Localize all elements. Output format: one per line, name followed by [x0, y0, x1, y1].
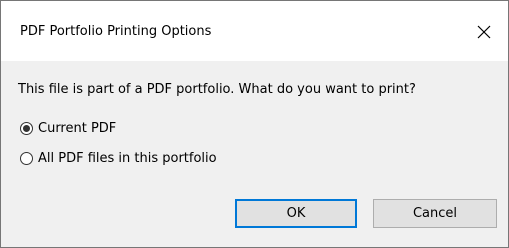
radio-selected-dot	[23, 125, 30, 132]
radio-label-current-pdf: Current PDF	[38, 121, 117, 136]
radio-button-selected[interactable]	[20, 122, 33, 135]
radio-button-unselected[interactable]	[20, 152, 33, 165]
ok-button[interactable]: OK	[235, 199, 357, 228]
title-bar: PDF Portfolio Printing Options	[1, 1, 508, 61]
dialog-body: This file is part of a PDF portfolio. Wh…	[1, 61, 508, 247]
radio-option-all-pdf-files[interactable]: All PDF files in this portfolio	[20, 151, 217, 166]
dialog-title: PDF Portfolio Printing Options	[20, 24, 212, 39]
close-icon	[477, 25, 491, 39]
radio-option-current-pdf[interactable]: Current PDF	[20, 121, 116, 136]
prompt-text: This file is part of a PDF portfolio. Wh…	[18, 82, 416, 97]
print-options-dialog: PDF Portfolio Printing Options This file…	[0, 0, 509, 248]
radio-label-all-pdf-files: All PDF files in this portfolio	[38, 151, 217, 166]
close-button[interactable]	[470, 19, 498, 45]
cancel-button[interactable]: Cancel	[373, 199, 497, 228]
